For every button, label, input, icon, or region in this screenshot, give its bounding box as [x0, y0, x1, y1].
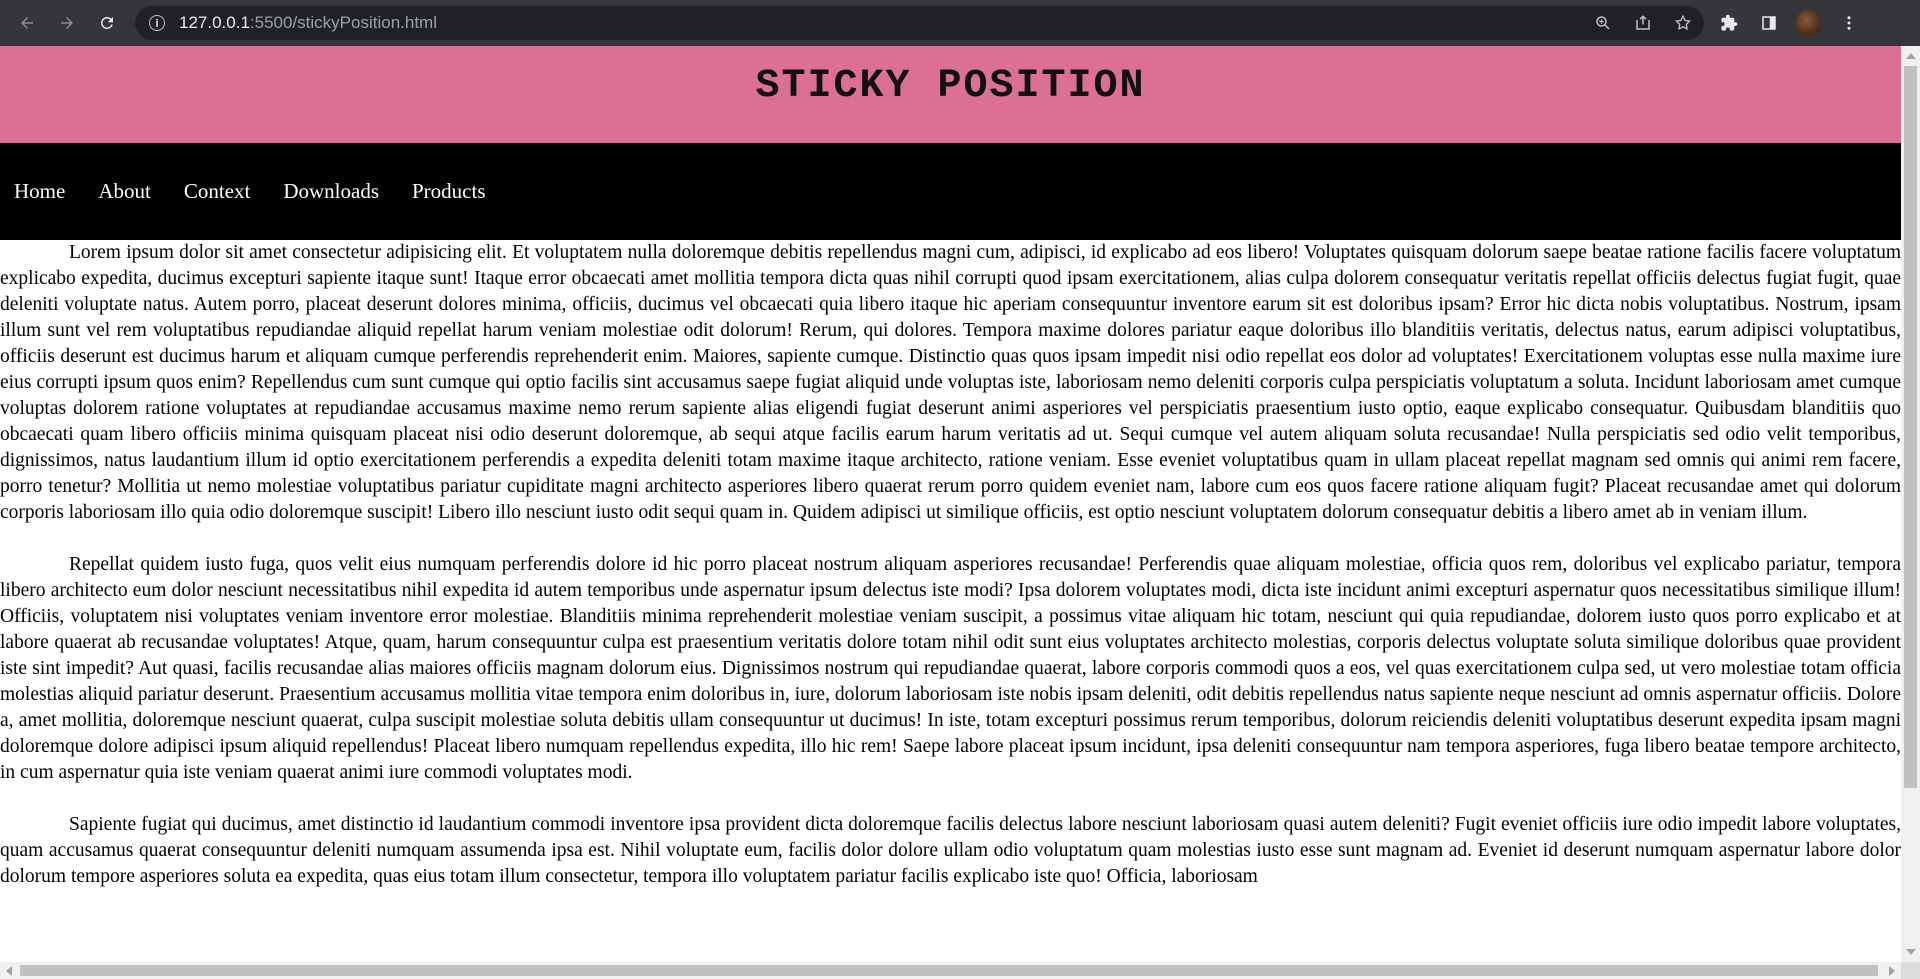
menu-button[interactable] — [1830, 3, 1868, 43]
paragraph: Sapiente fugiat qui ducimus, amet distin… — [0, 814, 1901, 887]
scroll-right-arrow-icon[interactable] — [1889, 966, 1895, 976]
address-bar-actions — [1588, 8, 1698, 38]
scroll-left-arrow-icon[interactable] — [6, 966, 12, 976]
browser-toolbar: i 127.0.0.1:5500/stickyPosition.html — [0, 0, 1920, 46]
puzzle-icon — [1721, 14, 1738, 31]
arrow-left-icon — [21, 17, 33, 29]
toolbar-right — [1710, 3, 1868, 43]
info-icon[interactable]: i — [149, 15, 165, 31]
horizontal-scroll-thumb[interactable] — [20, 965, 1878, 976]
address-bar[interactable]: i 127.0.0.1:5500/stickyPosition.html — [135, 6, 1704, 40]
page-header: STICKY POSITION — [0, 46, 1901, 143]
page-viewport: STICKY POSITION Home About Context Downl… — [0, 46, 1901, 962]
page-title: STICKY POSITION — [755, 64, 1146, 109]
sticky-navbar: Home About Context Downloads Products — [0, 143, 1901, 240]
paragraph: Lorem ipsum dolor sit amet consectetur a… — [0, 242, 1901, 523]
side-panel-icon — [1762, 16, 1776, 30]
bookmark-button[interactable] — [1668, 8, 1698, 38]
reload-icon — [100, 16, 113, 29]
url-host: 127.0.0.1 — [179, 13, 250, 32]
vertical-scroll-thumb[interactable] — [1904, 66, 1917, 788]
share-button[interactable] — [1628, 8, 1658, 38]
url-path: :5500/stickyPosition.html — [249, 13, 437, 32]
nav-link-home[interactable]: Home — [14, 179, 65, 204]
extensions-button[interactable] — [1710, 3, 1748, 43]
reload-button[interactable] — [87, 3, 127, 43]
zoom-button[interactable] — [1588, 8, 1618, 38]
back-button[interactable] — [7, 3, 47, 43]
scroll-up-arrow-icon[interactable] — [1906, 53, 1916, 59]
content-area: Lorem ipsum dolor sit amet consectetur a… — [0, 240, 1901, 890]
horizontal-scrollbar[interactable] — [0, 962, 1901, 979]
nav-link-context[interactable]: Context — [184, 179, 251, 204]
vertical-scrollbar[interactable] — [1901, 46, 1920, 962]
nav-link-products[interactable]: Products — [412, 179, 486, 204]
arrow-right-icon — [61, 17, 73, 29]
kebab-menu-icon — [1847, 16, 1851, 30]
nav-link-downloads[interactable]: Downloads — [283, 179, 379, 204]
zoom-icon — [1596, 16, 1610, 30]
side-panel-button[interactable] — [1750, 3, 1788, 43]
nav-buttons — [7, 3, 127, 43]
profile-avatar[interactable] — [1796, 10, 1822, 36]
star-icon — [1674, 14, 1692, 31]
scrollbar-corner — [1901, 962, 1920, 979]
forward-button[interactable] — [47, 3, 87, 43]
share-icon — [1636, 15, 1650, 30]
scroll-down-arrow-icon[interactable] — [1906, 949, 1916, 955]
nav-link-about[interactable]: About — [98, 179, 151, 204]
paragraph: Repellat quidem iusto fuga, quos velit e… — [0, 554, 1901, 783]
